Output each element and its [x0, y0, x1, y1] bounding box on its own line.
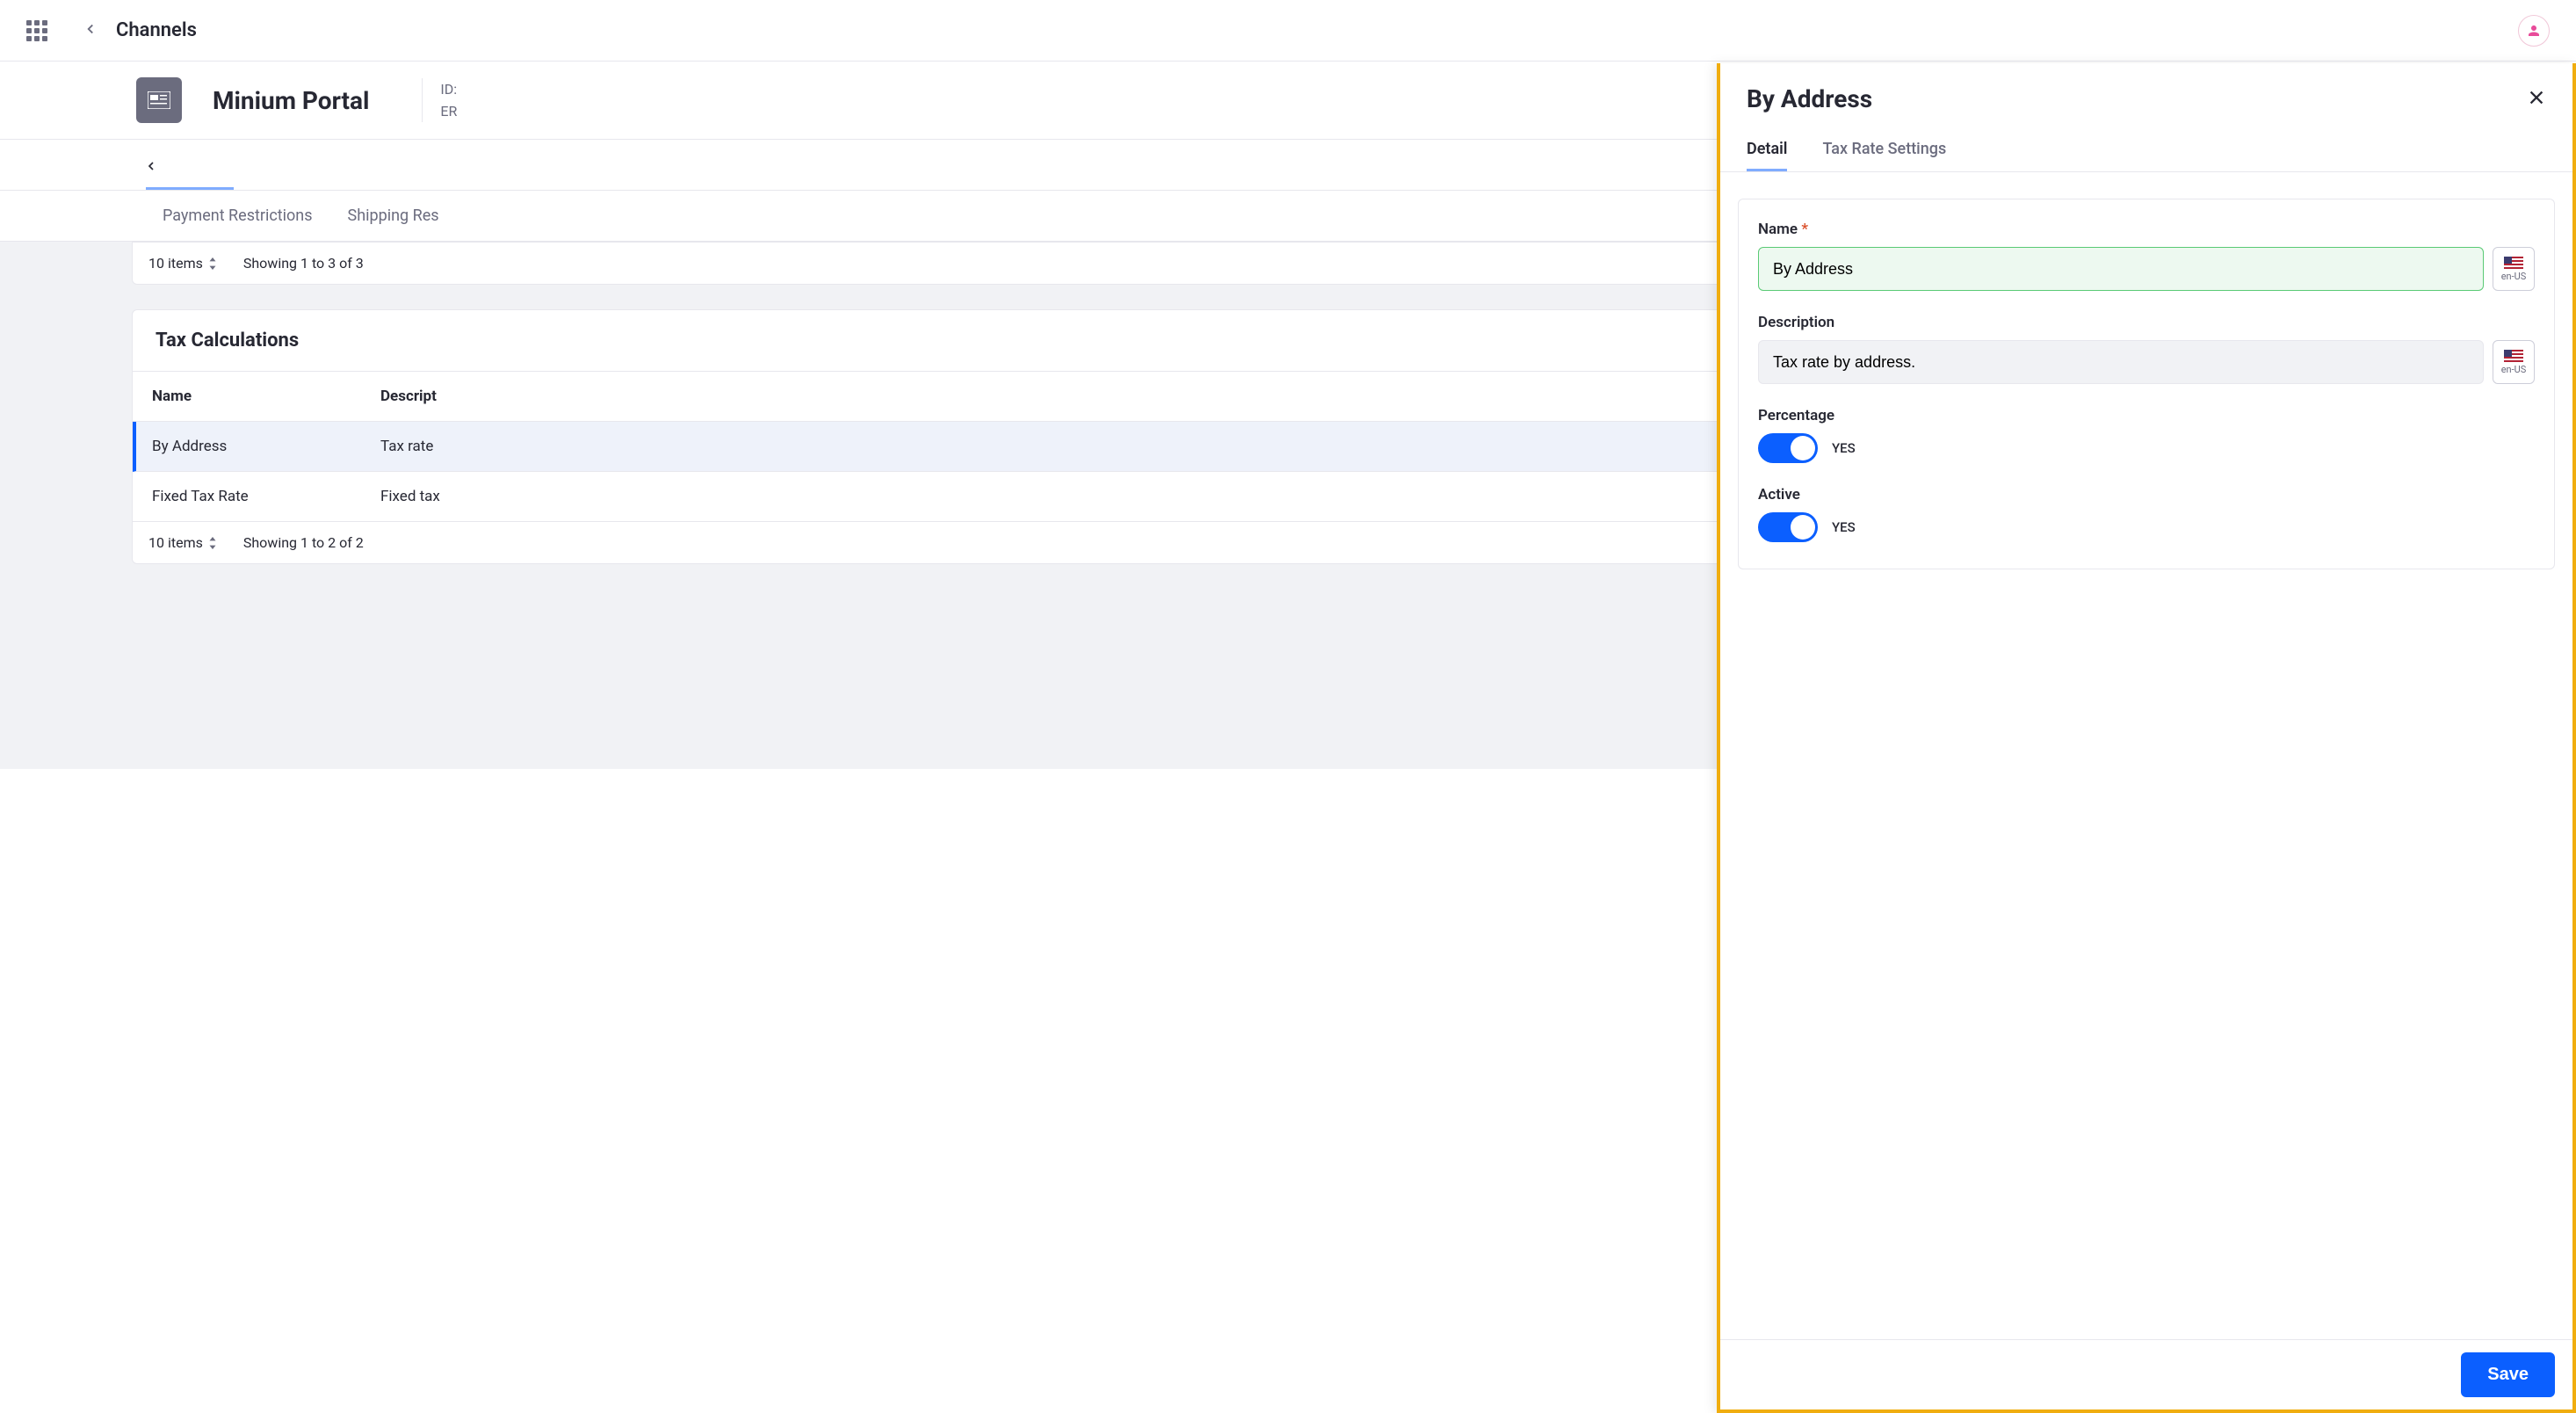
- locale-code: en-US: [2501, 364, 2527, 375]
- panel-tab-detail[interactable]: Detail: [1747, 131, 1787, 171]
- page-title: Channels: [116, 19, 197, 41]
- items-per-page-dropdown[interactable]: 10 items: [148, 255, 217, 272]
- description-input[interactable]: [1758, 340, 2484, 384]
- subnav-back-button[interactable]: [141, 156, 162, 180]
- header-meta: ID: ER: [422, 78, 457, 122]
- name-label-text: Name: [1758, 221, 1798, 238]
- tab-payment-restrictions[interactable]: Payment Restrictions: [163, 207, 313, 225]
- active-toggle[interactable]: [1758, 512, 1818, 542]
- description-label: Description: [1758, 314, 2535, 331]
- portal-icon: [136, 77, 182, 123]
- panel-form-card: Name * en-US: [1738, 199, 2555, 569]
- form-group-name: Name * en-US: [1758, 221, 2535, 291]
- panel-header: By Address: [1720, 63, 2572, 131]
- items-per-page-label: 10 items: [148, 255, 203, 272]
- col-header-name: Name: [152, 388, 380, 405]
- user-avatar[interactable]: [2518, 15, 2550, 47]
- name-label: Name *: [1758, 221, 2535, 238]
- form-group-percentage: Percentage YES: [1758, 407, 2535, 463]
- portal-title: Minium Portal: [213, 86, 369, 115]
- locale-code: en-US: [2501, 271, 2527, 282]
- percentage-label: Percentage: [1758, 407, 2535, 424]
- us-flag-icon: [2504, 257, 2523, 269]
- locale-selector[interactable]: en-US: [2493, 247, 2535, 291]
- header-id-label: ID:: [440, 78, 457, 100]
- active-label: Active: [1758, 486, 2535, 504]
- required-asterisk: *: [1801, 221, 1808, 238]
- panel-close-button[interactable]: [2527, 88, 2546, 111]
- tax-items-per-page-label: 10 items: [148, 534, 203, 551]
- percentage-toggle-value: YES: [1832, 440, 1856, 456]
- us-flag-icon: [2504, 350, 2523, 362]
- row-name: Fixed Tax Rate: [152, 488, 380, 505]
- locale-selector[interactable]: en-US: [2493, 340, 2535, 384]
- tax-items-per-page-dropdown[interactable]: 10 items: [148, 534, 217, 551]
- list-showing-text: Showing 1 to 3 of 3: [243, 255, 364, 272]
- panel-footer: Save: [1720, 1339, 2572, 1409]
- active-toggle-value: YES: [1832, 519, 1856, 535]
- form-group-description: Description en-US: [1758, 314, 2535, 384]
- side-panel: By Address Detail Tax Rate Settings Name…: [1717, 63, 2576, 1413]
- header-erp-label: ER: [440, 100, 457, 122]
- tax-showing-text: Showing 1 to 2 of 2: [243, 534, 364, 551]
- back-button[interactable]: [83, 21, 98, 40]
- panel-tab-tax-rate-settings[interactable]: Tax Rate Settings: [1822, 131, 1946, 171]
- percentage-toggle[interactable]: [1758, 433, 1818, 463]
- name-input[interactable]: [1758, 247, 2484, 291]
- panel-body: Name * en-US: [1720, 172, 2572, 1339]
- form-group-active: Active YES: [1758, 486, 2535, 542]
- active-tab-indicator: [146, 187, 234, 190]
- tab-shipping-restrictions[interactable]: Shipping Res: [348, 207, 439, 225]
- apps-menu-icon[interactable]: [26, 20, 47, 41]
- panel-title: By Address: [1747, 84, 1872, 113]
- panel-tabs: Detail Tax Rate Settings: [1720, 131, 2572, 172]
- row-name: By Address: [152, 438, 380, 455]
- save-button[interactable]: Save: [2461, 1352, 2555, 1397]
- topbar: Channels: [0, 0, 2576, 62]
